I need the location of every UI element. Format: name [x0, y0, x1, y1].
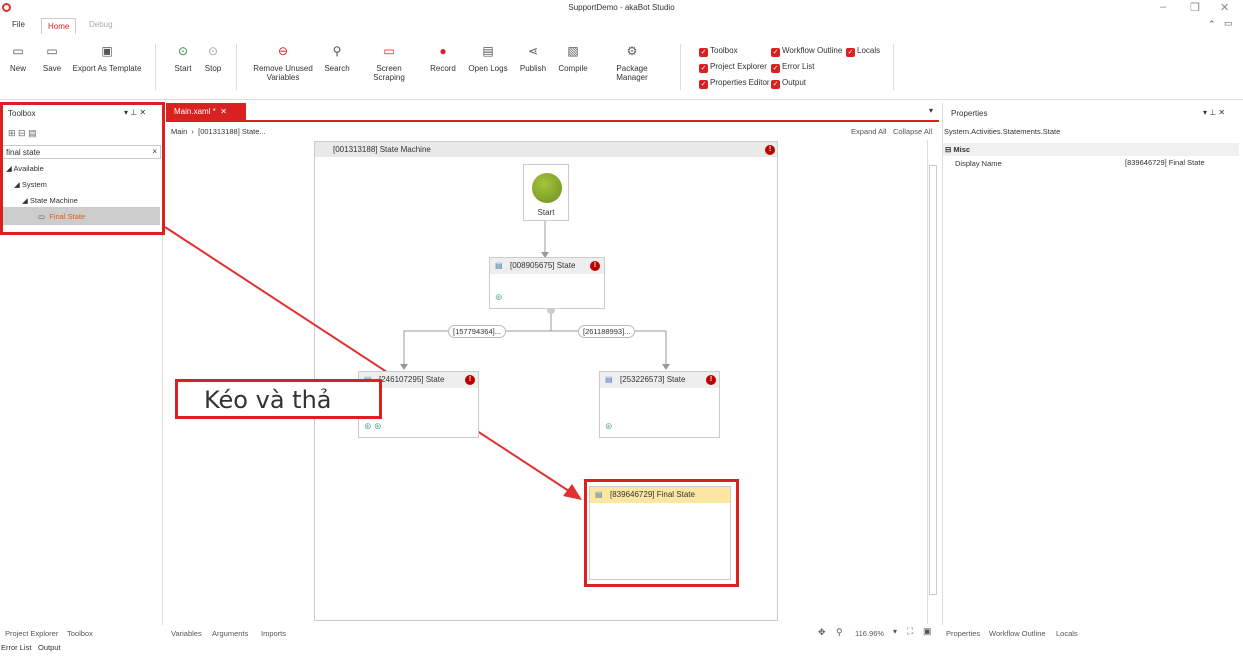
transition-label-1[interactable]: [157794364]...: [448, 325, 506, 338]
property-name: Display Name: [955, 159, 1002, 168]
zoom-dropdown-icon[interactable]: ▾: [893, 627, 897, 636]
start-node[interactable]: Start: [523, 164, 569, 221]
tab-arguments[interactable]: Arguments: [212, 629, 248, 638]
transition-icon: ⊛: [605, 421, 613, 431]
fit-icon[interactable]: ⛶: [907, 626, 913, 637]
tab-output[interactable]: Output: [38, 643, 61, 652]
tab-project-explorer[interactable]: Project Explorer: [5, 629, 58, 638]
properties-title: Properties: [951, 109, 988, 118]
transition-label-2[interactable]: [261188993]...: [578, 325, 636, 338]
tab-toolbox[interactable]: Toolbox: [67, 629, 93, 638]
final-state-icon: ▤: [595, 490, 603, 499]
zoom-level[interactable]: 116.96%: [855, 629, 884, 638]
error-icon: !: [590, 261, 600, 271]
start-circle-icon: [532, 173, 562, 203]
error-icon: !: [465, 375, 475, 385]
state-icon: ▤: [605, 375, 613, 384]
final-state-node[interactable]: [839646729] Final State ▤: [589, 486, 731, 580]
state-node-3[interactable]: [253226573] State ▤ ! ⊛: [599, 371, 720, 438]
properties-panel: Properties ▾ ⊥ ✕ System.Activities.State…: [942, 103, 1243, 625]
property-type: System.Activities.Statements.State: [944, 127, 1061, 136]
drag-drop-annotation: Kéo và thả: [175, 379, 382, 419]
tab-variables[interactable]: Variables: [171, 629, 202, 638]
state-icon: ▤: [495, 261, 503, 270]
overview-icon[interactable]: ▣: [923, 626, 932, 637]
tab-workflow-outline[interactable]: Workflow Outline: [989, 629, 1046, 638]
property-category[interactable]: ⊟ Misc: [943, 143, 1239, 156]
tab-properties[interactable]: Properties: [946, 629, 980, 638]
property-value[interactable]: [839646729] Final State: [1125, 158, 1205, 167]
error-icon: !: [706, 375, 716, 385]
zoom-icon[interactable]: ⚲: [836, 627, 843, 638]
pan-icon[interactable]: ✥: [818, 627, 826, 638]
tab-error-list[interactable]: Error List: [1, 643, 31, 652]
transition-icon: ⊛: [495, 292, 503, 302]
panel-pin-icon[interactable]: ▾ ⊥ ✕: [1203, 108, 1225, 117]
transition-icon: ⊛ ⊛: [364, 421, 382, 431]
tab-imports[interactable]: Imports: [261, 629, 286, 638]
state-node-1[interactable]: [008905675] State ▤ ! ⊛: [489, 257, 605, 309]
tab-locals[interactable]: Locals: [1056, 629, 1078, 638]
